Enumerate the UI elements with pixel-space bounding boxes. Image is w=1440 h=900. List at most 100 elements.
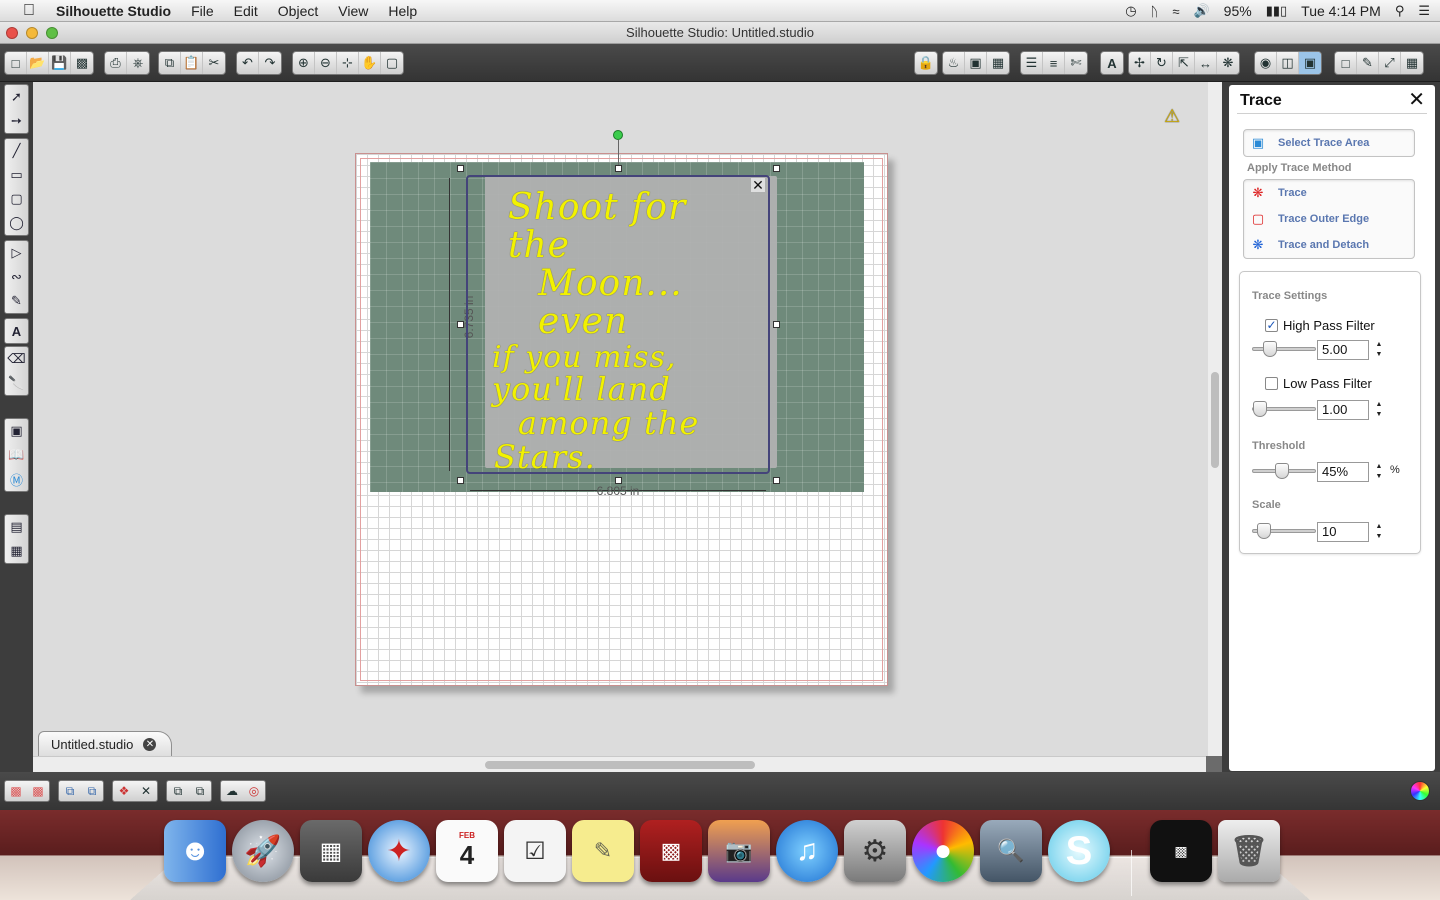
calendar-icon[interactable]: FEB 4 [436, 820, 498, 882]
send-to-cutter-icon[interactable]: ⎈ [127, 52, 149, 74]
pen-setting-icon[interactable]: ✎ [1357, 52, 1379, 74]
itunes-icon[interactable]: ♫ [776, 820, 838, 882]
selection-handle-right[interactable] [773, 321, 780, 328]
pan-hand-icon[interactable]: ✋ [359, 52, 381, 74]
selection-handle-bottom-right[interactable] [773, 477, 780, 484]
fullscreen-icon[interactable]: ⤢ [1379, 52, 1401, 74]
scale-slider[interactable] [1252, 523, 1316, 539]
menu-file[interactable]: File [181, 3, 224, 19]
window-minimize-button[interactable] [26, 27, 38, 39]
system-preferences-icon[interactable]: ⚙ [844, 820, 906, 882]
low-pass-slider-knob[interactable] [1253, 401, 1267, 417]
zoom-selection-icon[interactable]: ⊹ [337, 52, 359, 74]
group-icon[interactable]: ▩ [5, 781, 27, 801]
grid-icon[interactable]: ▦ [1401, 52, 1423, 74]
vertical-scrollbar[interactable] [1208, 82, 1222, 756]
split-view-grid-icon[interactable]: ▦ [5, 539, 28, 563]
select-trace-area-button[interactable]: ▣ Select Trace Area [1244, 130, 1414, 156]
online-store-icon[interactable]: Ⓜ [5, 467, 28, 491]
save-icon[interactable]: 💾 [49, 52, 71, 74]
horizontal-scrollbar[interactable] [33, 756, 1206, 772]
menu-view[interactable]: View [328, 3, 378, 19]
fill-gradient-icon[interactable]: ▣ [965, 52, 987, 74]
paste-icon[interactable]: 📋 [181, 52, 203, 74]
save-to-library-icon[interactable]: ▩ [71, 52, 93, 74]
zoom-in-icon[interactable]: ⊕ [293, 52, 315, 74]
rotate-handle[interactable] [613, 130, 623, 140]
polygon-tool-icon[interactable]: ▷ [5, 241, 28, 265]
trace-and-detach-button[interactable]: ❋ Trace and Detach [1244, 232, 1414, 258]
send-to-back-icon[interactable]: ⧉ [189, 781, 211, 801]
undo-icon[interactable]: ↶ [237, 52, 259, 74]
open-folder-icon[interactable]: 📂 [27, 52, 49, 74]
freehand-tool-icon[interactable]: ✎ [5, 289, 28, 313]
line-style-icon[interactable]: ≡ [1043, 52, 1065, 74]
new-document-icon[interactable]: □ [5, 52, 27, 74]
redo-icon[interactable]: ↷ [259, 52, 281, 74]
print-icon[interactable]: ⎙ [105, 52, 127, 74]
ellipse-tool-icon[interactable]: ◯ [5, 211, 28, 235]
bluetooth-icon[interactable]: ᚢ [1151, 4, 1159, 19]
silhouette-studio-dock-icon[interactable]: S [1048, 820, 1110, 882]
scale-slider-knob[interactable] [1257, 523, 1271, 539]
high-pass-slider-knob[interactable] [1263, 341, 1277, 357]
volume-icon[interactable]: 🔊 [1193, 3, 1209, 19]
horizontal-scroll-thumb[interactable] [485, 761, 755, 769]
text-style-icon[interactable]: A [1101, 52, 1123, 74]
fill-pattern-icon[interactable]: ▦ [987, 52, 1009, 74]
scale-icon[interactable]: ⇱ [1173, 52, 1195, 74]
cut-icon[interactable]: ✂ [203, 52, 225, 74]
text-tool-icon[interactable]: A [5, 319, 28, 343]
trace-panel-icon[interactable]: ▣ [1299, 52, 1321, 74]
copy-icon[interactable]: ⧉ [159, 52, 181, 74]
design-page-icon[interactable]: ▣ [5, 419, 28, 443]
window-close-button[interactable] [6, 27, 18, 39]
zoom-out-icon[interactable]: ⊖ [315, 52, 337, 74]
scale-value-field[interactable]: 10 [1317, 522, 1369, 542]
warning-icon[interactable]: ⚠ [1164, 106, 1180, 127]
spotlight-search-icon[interactable]: ⚲ [1395, 3, 1405, 19]
window-zoom-button[interactable] [46, 27, 58, 39]
threshold-slider[interactable] [1252, 463, 1316, 479]
time-machine-icon[interactable]: ◷ [1125, 3, 1136, 19]
high-pass-slider[interactable] [1252, 341, 1316, 357]
weld-icon[interactable]: ☁ [221, 781, 243, 801]
trace-button[interactable]: ❋ Trace [1244, 180, 1414, 206]
scale-stepper[interactable]: ▲ ▼ [1374, 522, 1384, 542]
release-compound-path-icon[interactable]: ⧉ [81, 781, 103, 801]
menu-help[interactable]: Help [378, 3, 427, 19]
reminders-icon[interactable]: ☑ [504, 820, 566, 882]
eraser-tool-icon[interactable]: ⌫ [5, 347, 28, 371]
iphoto-icon[interactable]: 📷 [708, 820, 770, 882]
selection-handle-bottom-left[interactable] [457, 477, 464, 484]
photo-booth-curtain-icon[interactable]: ▩ [640, 820, 702, 882]
offset-icon[interactable]: ◫ [1277, 52, 1299, 74]
select-arrow-icon[interactable]: ➚ [5, 85, 28, 109]
selection-handle-bottom[interactable] [615, 477, 622, 484]
trace-panel-close-icon[interactable]: ✕ [1408, 90, 1425, 110]
launchpad-icon[interactable]: 🚀 [232, 820, 294, 882]
rotate-icon[interactable]: ↻ [1151, 52, 1173, 74]
trace-outer-edge-button[interactable]: ▢ Trace Outer Edge [1244, 206, 1414, 232]
high-pass-value-field[interactable]: 5.00 [1317, 340, 1369, 360]
finder-icon[interactable]: ☻ [164, 820, 226, 882]
line-color-icon[interactable]: ☰ [1021, 52, 1043, 74]
high-pass-stepper[interactable]: ▲ ▼ [1374, 340, 1384, 360]
safari-icon[interactable]: ✦ [368, 820, 430, 882]
trash-icon[interactable]: 🗑 [1218, 820, 1280, 882]
photo-booth-icon[interactable]: ▦ [300, 820, 362, 882]
rectangle-tool-icon[interactable]: ▭ [5, 163, 28, 187]
selection-handle-top[interactable] [615, 165, 622, 172]
selection-handle-left[interactable] [457, 321, 464, 328]
selection-handle-top-left[interactable] [457, 165, 464, 172]
stickies-icon[interactable]: ✎ [572, 820, 634, 882]
rounded-rectangle-tool-icon[interactable]: ▢ [5, 187, 28, 211]
trace-area-box[interactable]: ✕ Shoot for the Moon... even if you miss… [466, 175, 770, 474]
document-tab-close-icon[interactable]: ✕ [143, 737, 157, 751]
threshold-value-field[interactable]: 45% [1317, 462, 1369, 482]
document-tab[interactable]: Untitled.studio ✕ [38, 731, 172, 756]
select-all-icon[interactable]: ❖ [113, 781, 135, 801]
registration-marks-icon[interactable]: ◎ [243, 781, 265, 801]
wifi-icon[interactable]: ≈ [1172, 4, 1179, 19]
menu-edit[interactable]: Edit [224, 3, 268, 19]
